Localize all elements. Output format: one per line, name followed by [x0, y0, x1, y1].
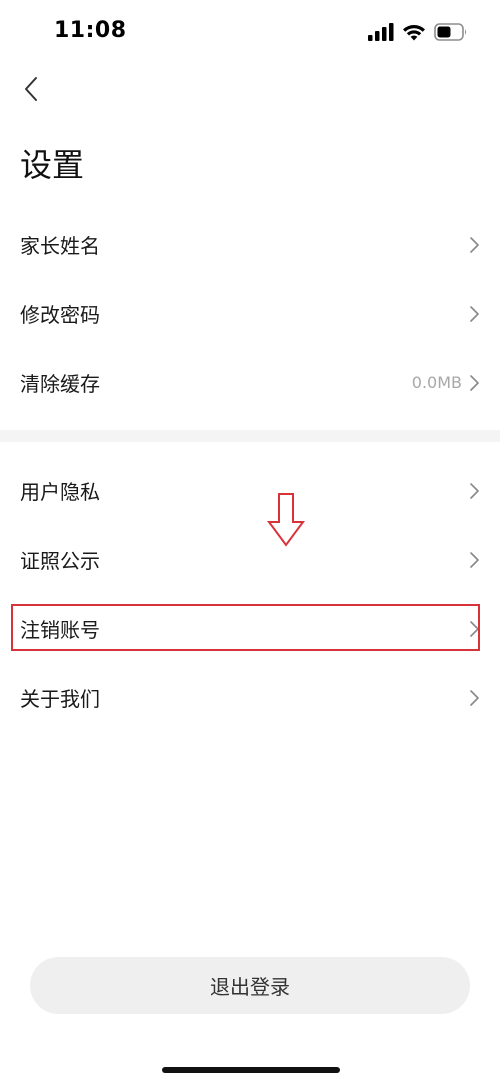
row-change-password[interactable]: 修改密码	[0, 279, 500, 348]
chevron-right-icon	[470, 482, 479, 499]
page-title: 设置	[20, 146, 85, 184]
chevron-right-icon	[470, 374, 479, 391]
chevron-right-icon	[470, 551, 479, 568]
row-label: 修改密码	[20, 303, 100, 327]
row-label: 关于我们	[20, 687, 100, 711]
row-label: 证照公示	[20, 549, 100, 573]
cache-size-value: 0.0MB	[411, 373, 462, 392]
logout-button[interactable]: 退出登录	[30, 957, 470, 1014]
status-icons	[368, 23, 468, 41]
chevron-right-icon	[470, 305, 479, 322]
status-time: 11:08	[54, 18, 127, 43]
settings-group-about: 用户隐私 证照公示 注销账号 关于我们	[0, 456, 500, 732]
chevron-left-icon	[25, 77, 37, 101]
chevron-right-icon	[470, 620, 479, 637]
wifi-icon	[403, 25, 425, 41]
battery-icon	[434, 23, 467, 41]
row-label: 注销账号	[20, 618, 100, 642]
row-label: 清除缓存	[20, 372, 100, 396]
row-user-privacy[interactable]: 用户隐私	[0, 456, 500, 525]
arrow-down-icon	[267, 493, 305, 547]
section-divider	[0, 430, 500, 442]
status-bar: 11:08	[0, 0, 500, 66]
chevron-right-icon	[470, 689, 479, 706]
row-delete-account[interactable]: 注销账号	[0, 594, 500, 663]
row-license-disclosure[interactable]: 证照公示	[0, 525, 500, 594]
row-parent-name[interactable]: 家长姓名	[0, 210, 500, 279]
chevron-right-icon	[470, 236, 479, 253]
back-button[interactable]	[14, 72, 48, 106]
settings-group-account: 家长姓名 修改密码 清除缓存 0.0MB	[0, 210, 500, 417]
signal-icon	[368, 23, 394, 41]
row-about-us[interactable]: 关于我们	[0, 663, 500, 732]
home-indicator	[162, 1067, 340, 1073]
row-label: 家长姓名	[20, 234, 100, 258]
row-label: 用户隐私	[20, 480, 100, 504]
row-clear-cache[interactable]: 清除缓存 0.0MB	[0, 348, 500, 417]
